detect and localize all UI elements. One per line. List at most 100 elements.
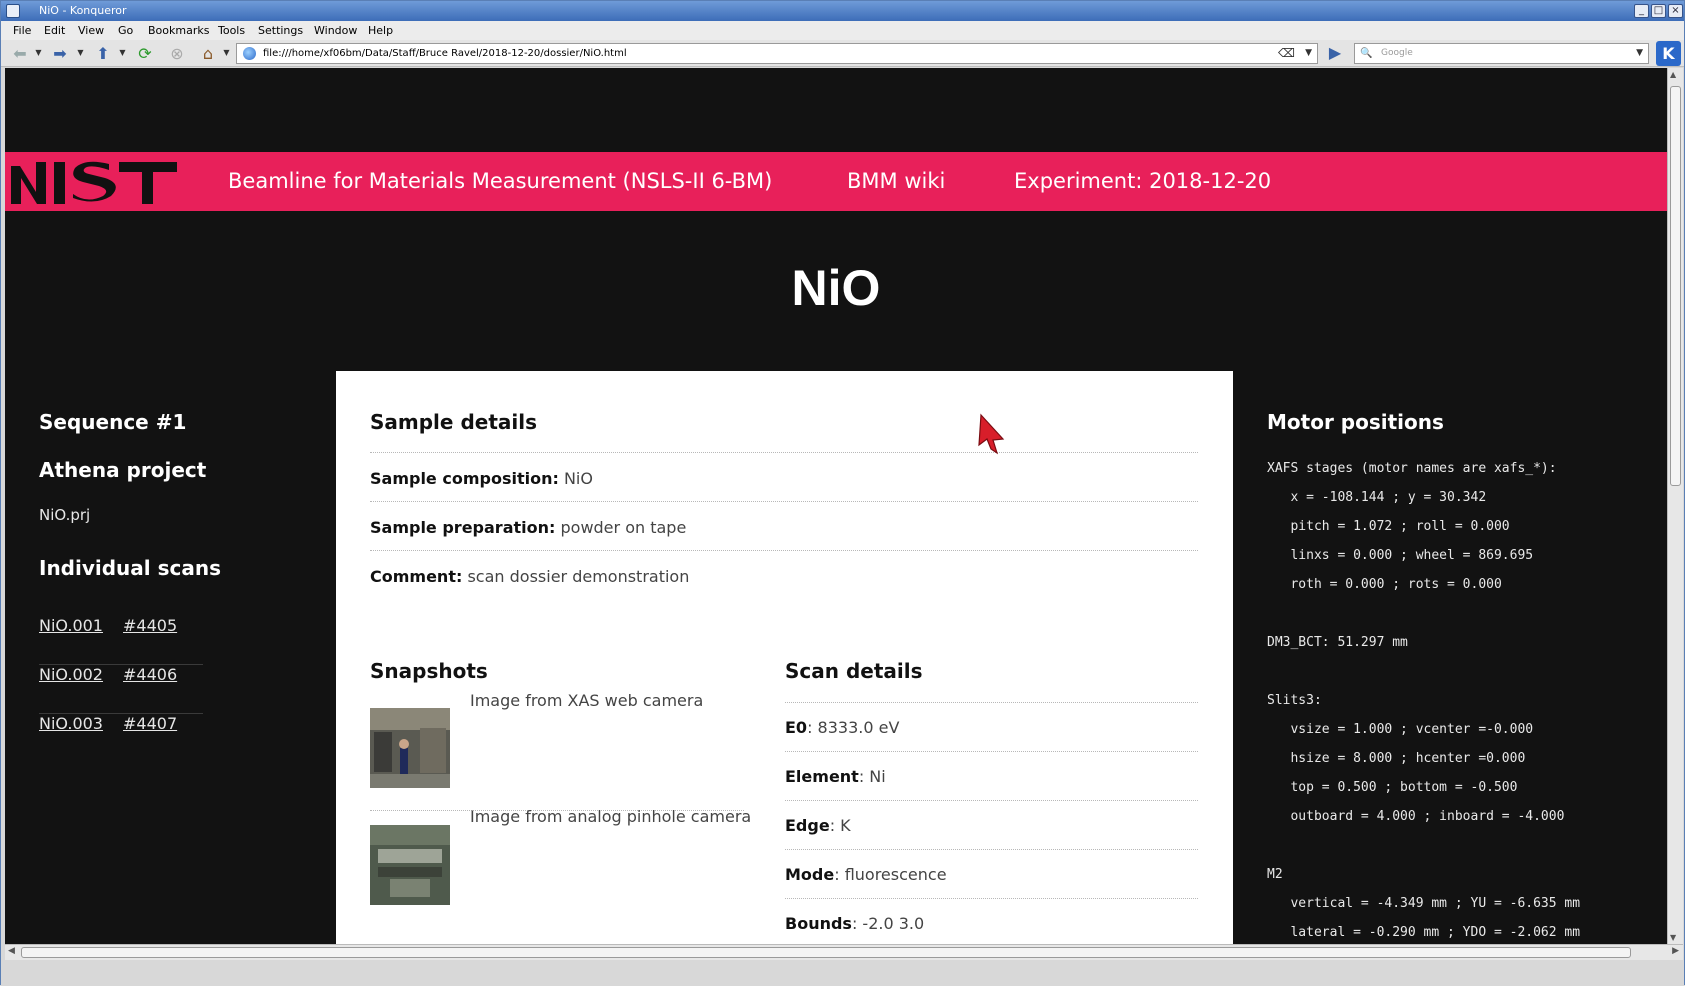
menu-view[interactable]: View <box>78 21 104 40</box>
snapshots-heading: Snapshots <box>370 659 488 683</box>
url-bar[interactable]: file:///home/xf06bm/Data/Staff/Bruce Rav… <box>236 43 1318 64</box>
search-engine-dropdown-icon[interactable]: ▼ <box>1636 44 1643 63</box>
stop-icon[interactable]: ⊗ <box>166 44 188 63</box>
pinhole-camera-thumbnail[interactable] <box>370 825 450 905</box>
horizontal-scroll-thumb[interactable] <box>21 947 1631 958</box>
motor-line: linxs = 0.000 ; wheel = 869.695 <box>1267 548 1534 563</box>
motor-line: DM3_BCT: 51.297 mm <box>1267 635 1408 650</box>
xas-webcam-thumbnail[interactable] <box>370 708 450 788</box>
menu-edit[interactable]: Edit <box>44 21 65 40</box>
divider <box>785 702 1198 703</box>
url-text[interactable]: file:///home/xf06bm/Data/Staff/Bruce Rav… <box>263 48 627 59</box>
page-title: NiO <box>791 260 881 316</box>
back-icon[interactable]: ⬅ <box>9 44 31 63</box>
scan-file-link[interactable]: NiO.001 <box>39 616 103 635</box>
mouse-cursor-icon <box>978 413 1005 455</box>
forward-dropdown-icon[interactable]: ▼ <box>76 48 85 58</box>
scan-row: NiO.001 #4405 <box>39 616 203 665</box>
app-icon[interactable] <box>6 4 20 18</box>
motor-line: outboard = 4.000 ; inboard = -4.000 <box>1267 809 1565 824</box>
menu-help[interactable]: Help <box>368 21 393 40</box>
motor-line: lateral = -0.290 mm ; YDO = -2.062 mm <box>1267 925 1581 940</box>
scan-number-link[interactable]: #4405 <box>123 616 177 635</box>
pinhole-camera-caption: Image from analog pinhole camera <box>470 807 752 826</box>
divider <box>785 751 1198 752</box>
forward-icon[interactable]: ➡ <box>49 44 71 63</box>
athena-heading: Athena project <box>39 458 207 482</box>
menu-go[interactable]: Go <box>118 21 133 40</box>
sample-details-heading: Sample details <box>370 410 537 434</box>
scroll-right-icon[interactable]: ▶ <box>1672 946 1679 956</box>
menu-window[interactable]: Window <box>314 21 357 40</box>
scan-details-heading: Scan details <box>785 659 923 683</box>
horizontal-scrollbar[interactable]: ◀ ▶ <box>5 944 1683 960</box>
motor-line: pitch = 1.072 ; roll = 0.000 <box>1267 519 1510 534</box>
motor-line: x = -108.144 ; y = 30.342 <box>1267 490 1487 505</box>
page-viewport: Beamline for Materials Measurement (NSLS… <box>5 68 1667 944</box>
search-bar[interactable]: 🔍 Google ▼ <box>1354 43 1649 64</box>
menu-bookmarks[interactable]: Bookmarks <box>148 21 209 40</box>
scan-edge: Edge: K <box>785 816 851 835</box>
location-dropdown-icon[interactable]: ▼ <box>222 48 231 58</box>
sample-preparation: Sample preparation: powder on tape <box>370 518 687 537</box>
scan-mode: Mode: fluorescence <box>785 865 947 884</box>
nist-logo[interactable] <box>9 160 179 206</box>
motor-line: roth = 0.000 ; rots = 0.000 <box>1267 577 1502 592</box>
motor-line: hsize = 8.000 ; hcenter =0.000 <box>1267 751 1526 766</box>
menu-settings[interactable]: Settings <box>258 21 303 40</box>
athena-file: NiO.prj <box>39 506 91 524</box>
browser-window: NiO - Konqueror _ □ × File Edit View Go … <box>0 0 1685 986</box>
scan-bounds: Bounds: -2.0 3.0 <box>785 914 925 933</box>
scroll-up-icon[interactable]: ▲ <box>1670 70 1676 79</box>
menu-tools[interactable]: Tools <box>218 21 245 40</box>
go-icon[interactable]: ▶ <box>1324 43 1346 62</box>
vertical-scroll-thumb[interactable] <box>1670 86 1681 486</box>
divider <box>370 501 1198 502</box>
scan-row: NiO.003 #4407 <box>39 714 203 763</box>
menu-file[interactable]: File <box>13 21 31 40</box>
experiment-link[interactable]: Experiment: 2018-12-20 <box>1014 152 1271 211</box>
motor-line: XAFS stages (motor names are xafs_*): <box>1267 461 1557 476</box>
menu-bar: File Edit View Go Bookmarks Tools Settin… <box>1 21 1684 40</box>
konqueror-logo-icon[interactable]: K <box>1656 41 1681 66</box>
scan-number-link[interactable]: #4407 <box>123 714 177 733</box>
maximize-button[interactable]: □ <box>1651 4 1666 18</box>
scan-number-link[interactable]: #4406 <box>123 665 177 684</box>
search-placeholder: Google <box>1381 48 1413 58</box>
nist-banner: Beamline for Materials Measurement (NSLS… <box>5 152 1667 211</box>
bmm-wiki-link[interactable]: BMM wiki <box>847 152 945 211</box>
up-dropdown-icon[interactable]: ▼ <box>118 48 127 58</box>
sequence-heading: Sequence #1 <box>39 410 187 434</box>
title-bar[interactable]: NiO - Konqueror _ □ × <box>1 1 1684 21</box>
beamline-link[interactable]: Beamline for Materials Measurement (NSLS… <box>228 152 772 211</box>
motor-line: Slits3: <box>1267 693 1322 708</box>
content-card: Sample details Sample composition: NiO S… <box>336 371 1233 944</box>
reload-icon[interactable]: ⟳ <box>134 44 156 63</box>
back-dropdown-icon[interactable]: ▼ <box>34 48 43 58</box>
scan-file-link[interactable]: NiO.003 <box>39 714 103 733</box>
divider <box>370 452 1198 453</box>
sample-composition: Sample composition: NiO <box>370 469 593 488</box>
scroll-left-icon[interactable]: ◀ <box>8 946 15 956</box>
scan-file-link[interactable]: NiO.002 <box>39 665 103 684</box>
search-engine-icon[interactable]: 🔍 <box>1360 47 1374 60</box>
scan-row: NiO.002 #4406 <box>39 665 203 714</box>
vertical-scrollbar[interactable]: ▲ ▼ <box>1667 68 1683 944</box>
url-history-dropdown-icon[interactable]: ▼ <box>1305 44 1312 63</box>
up-icon[interactable]: ⬆ <box>92 44 114 63</box>
scans-heading: Individual scans <box>39 556 222 580</box>
xas-webcam-caption: Image from XAS web camera <box>470 691 704 710</box>
scan-e0: E0: 8333.0 eV <box>785 718 900 737</box>
divider <box>785 898 1198 899</box>
clear-url-icon[interactable]: ⌫ <box>1278 44 1295 63</box>
minimize-button[interactable]: _ <box>1634 4 1649 18</box>
home-icon[interactable]: ⌂ <box>197 44 219 63</box>
motor-line: vertical = -4.349 mm ; YU = -6.635 mm <box>1267 896 1581 911</box>
divider <box>785 800 1198 801</box>
divider <box>370 550 1198 551</box>
close-button[interactable]: × <box>1668 4 1683 18</box>
motor-line: top = 0.500 ; bottom = -0.500 <box>1267 780 1518 795</box>
divider <box>785 849 1198 850</box>
scroll-down-icon[interactable]: ▼ <box>1670 933 1676 942</box>
status-bar <box>1 961 1684 986</box>
